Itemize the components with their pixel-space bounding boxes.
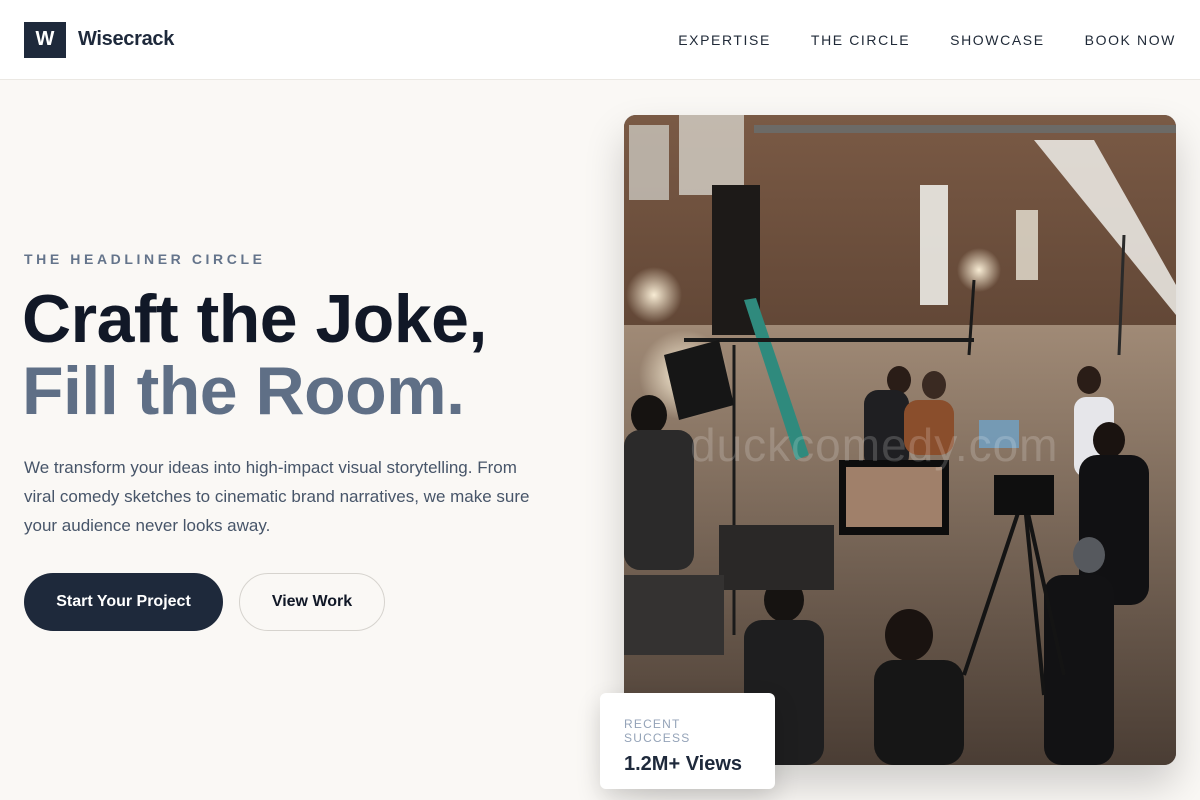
logo-mark: W <box>24 21 66 58</box>
hero-headline: Craft the Joke, Fill the Room. <box>22 283 487 427</box>
nav-item-expertise[interactable]: EXPERTISE <box>678 32 771 48</box>
brand-name: Wisecrack <box>78 28 175 50</box>
image-watermark: duckcomedy.com <box>690 419 1059 471</box>
hero-eyebrow: THE HEADLINER CIRCLE <box>24 251 266 267</box>
headline-line-2: Fill the Room. <box>22 353 465 429</box>
start-project-button[interactable]: Start Your Project <box>24 573 223 631</box>
stat-card: RECENT SUCCESS 1.2M+ Views <box>600 693 775 789</box>
main-nav: EXPERTISE THE CIRCLE SHOWCASE BOOK NOW <box>678 32 1176 48</box>
stat-label: RECENT SUCCESS <box>624 717 691 745</box>
brand[interactable]: W Wisecrack <box>24 21 175 58</box>
site-header: W Wisecrack EXPERTISE THE CIRCLE SHOWCAS… <box>0 0 1200 80</box>
stat-value: 1.2M+ Views <box>624 753 743 775</box>
nav-item-showcase[interactable]: SHOWCASE <box>950 32 1044 48</box>
nav-item-book-now[interactable]: BOOK NOW <box>1085 32 1176 48</box>
hero-description: We transform your ideas into high-impact… <box>24 458 530 535</box>
headline-line-1: Craft the Joke, <box>22 281 487 357</box>
hero-image: duckcomedy.com <box>624 115 1176 765</box>
view-work-button[interactable]: View Work <box>239 573 385 631</box>
nav-item-the-circle[interactable]: THE CIRCLE <box>811 32 910 48</box>
